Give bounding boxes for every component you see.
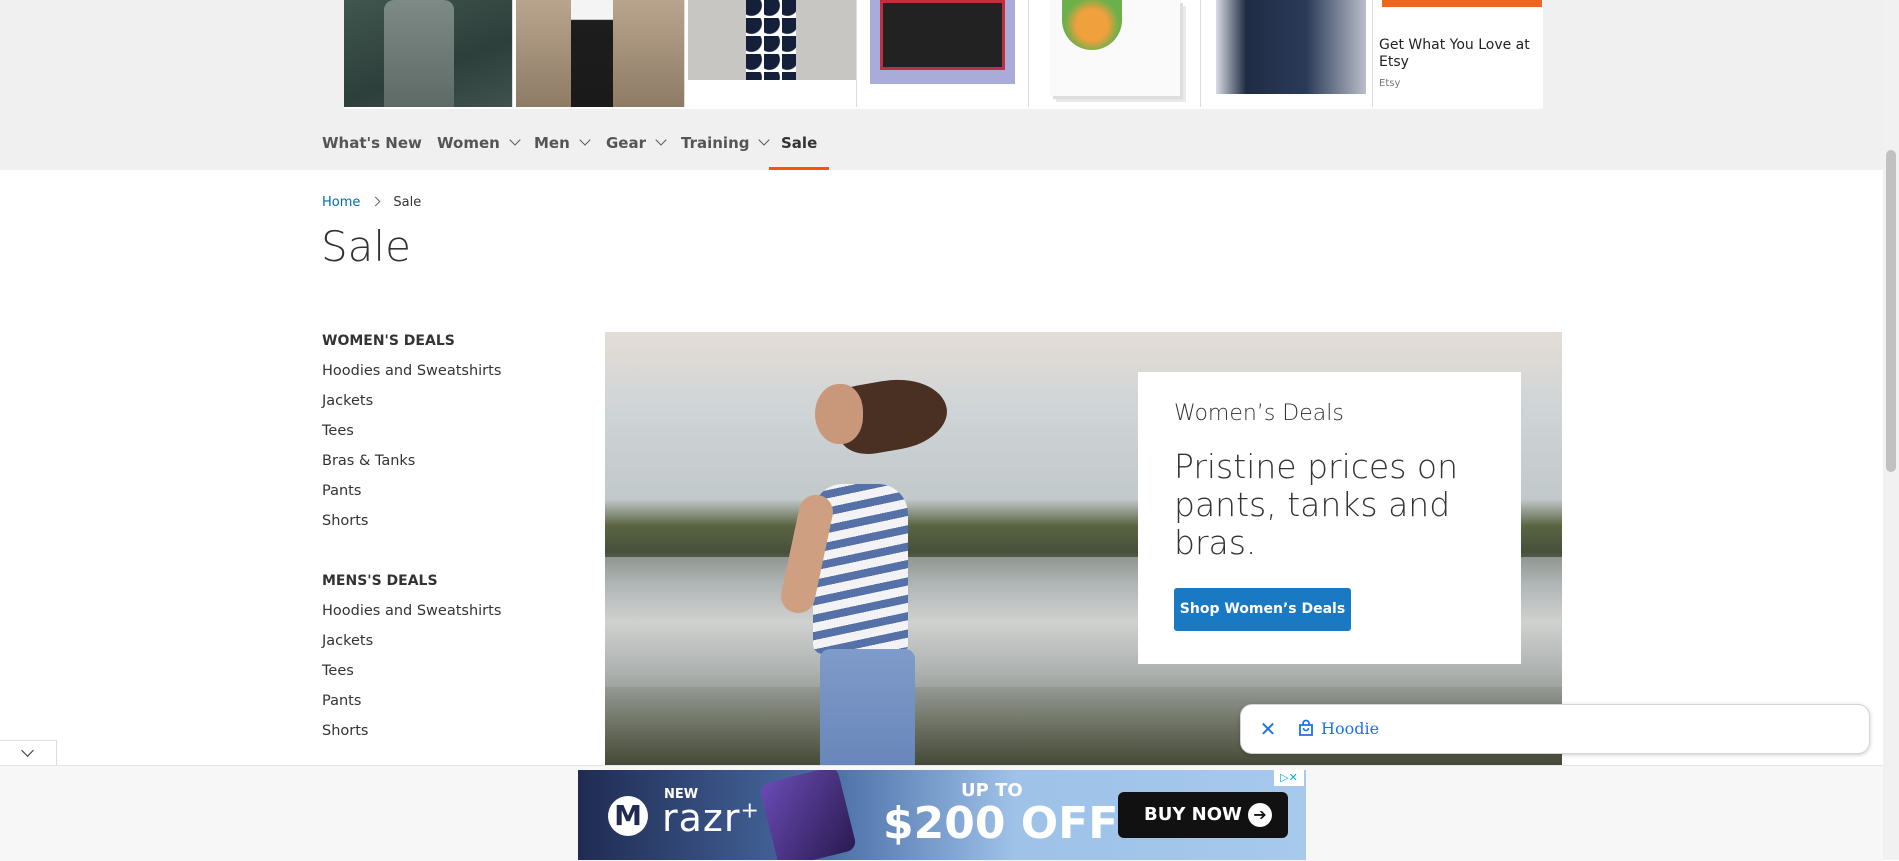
ad-accent-bar xyxy=(1382,0,1542,7)
ad-brand-name: razr xyxy=(662,796,741,840)
shop-womens-deals-button[interactable]: Shop Women’s Deals xyxy=(1174,588,1351,631)
sidebar-heading-mens-deals: MENS'S DEALS xyxy=(322,573,438,589)
ad-source: Etsy xyxy=(1379,78,1401,89)
chevron-down-icon xyxy=(21,744,34,757)
nav-label: Gear xyxy=(606,134,647,152)
ad-choices-icon[interactable]: ▷✕ xyxy=(1274,770,1304,786)
ad-product-image[interactable] xyxy=(344,0,513,107)
sidebar-item-womens-tees[interactable]: Tees xyxy=(322,422,562,452)
ad-title[interactable]: Get What You Love at Etsy xyxy=(1379,37,1539,71)
sidebar-heading-womens-deals: WOMEN'S DEALS xyxy=(322,333,455,349)
sidebar-item-mens-pants[interactable]: Pants xyxy=(322,692,562,722)
motorola-ad-banner[interactable]: M NEW razr+ UP TO $200 OFF BUY NOW ➔ ▷✕ xyxy=(578,770,1306,860)
page-title: Sale xyxy=(321,222,411,271)
ad-product-image[interactable] xyxy=(860,0,1029,107)
ad-product-image[interactable] xyxy=(516,0,685,107)
arrow-right-icon: ➔ xyxy=(1248,803,1272,827)
breadcrumb: Home Sale xyxy=(322,195,421,210)
etsy-ad-strip[interactable]: Get What You Love at Etsy Etsy xyxy=(344,0,1543,109)
ad-text-panel[interactable]: Get What You Love at Etsy Etsy xyxy=(1376,0,1543,109)
ad-product-image[interactable] xyxy=(1032,0,1201,107)
search-suggestion-label[interactable]: Hoodie xyxy=(1321,719,1379,738)
nav-item-sale[interactable]: Sale xyxy=(768,131,830,170)
ad-brand: razr+ xyxy=(662,796,760,840)
promo-card: Women’s Deals Pristine prices on pants, … xyxy=(1138,372,1521,664)
sidebar-item-womens-shorts[interactable]: Shorts xyxy=(322,512,562,542)
ad-amount: $200 OFF xyxy=(883,798,1119,849)
nav-item-men[interactable]: Men xyxy=(534,131,591,170)
hero-runner-image xyxy=(777,370,955,772)
nav-item-training[interactable]: Training xyxy=(681,131,771,170)
chevron-down-icon xyxy=(509,134,521,146)
nav-item-whats-new[interactable]: What's New xyxy=(322,131,422,170)
sidebar-item-mens-hoodies[interactable]: Hoodies and Sweatshirts xyxy=(322,602,562,632)
ad-phone-image xyxy=(758,770,858,860)
sidebar-item-mens-shorts[interactable]: Shorts xyxy=(322,722,562,752)
sidebar-item-womens-hoodies[interactable]: Hoodies and Sweatshirts xyxy=(322,362,562,392)
promo-headline: Pristine prices on pants, tanks and bras… xyxy=(1174,447,1458,562)
ad-buy-now-button[interactable]: BUY NOW ➔ xyxy=(1118,792,1288,838)
search-suggestion-chip[interactable]: ✕ Hoodie xyxy=(1240,704,1870,754)
sidebar-item-womens-bras-tanks[interactable]: Bras & Tanks xyxy=(322,452,562,482)
sidebar-item-mens-jackets[interactable]: Jackets xyxy=(322,632,562,662)
nav-label: Men xyxy=(534,134,570,152)
chevron-down-icon xyxy=(655,134,667,146)
collapse-toggle[interactable] xyxy=(0,740,57,766)
top-band: Get What You Love at Etsy Etsy What's Ne… xyxy=(0,0,1883,170)
sidebar-item-womens-pants[interactable]: Pants xyxy=(322,482,562,512)
ad-brand-suffix: + xyxy=(740,798,760,824)
breadcrumb-current: Sale xyxy=(393,195,422,210)
nav-label: Sale xyxy=(781,134,818,152)
nav-label: Women xyxy=(437,134,500,152)
breadcrumb-home-link[interactable]: Home xyxy=(322,195,360,210)
nav-item-gear[interactable]: Gear xyxy=(606,131,667,170)
scrollbar-thumb[interactable] xyxy=(1886,150,1896,472)
chevron-right-icon xyxy=(370,196,381,207)
page-scrollbar[interactable] xyxy=(1883,0,1899,860)
chevron-down-icon xyxy=(579,134,591,146)
ad-cta-label: BUY NOW xyxy=(1144,804,1242,825)
nav-label: Training xyxy=(681,134,750,152)
nav-item-women[interactable]: Women xyxy=(437,131,521,170)
close-icon[interactable]: ✕ xyxy=(1255,716,1281,742)
nav-label: What's New xyxy=(322,134,422,152)
ad-product-image[interactable] xyxy=(688,0,857,107)
sidebar-item-mens-tees[interactable]: Tees xyxy=(322,662,562,692)
shopping-bag-icon xyxy=(1299,719,1313,736)
sidebar: WOMEN'S DEALS Hoodies and Sweatshirts Ja… xyxy=(322,332,562,752)
ad-product-image[interactable] xyxy=(1204,0,1373,107)
promo-kicker: Women’s Deals xyxy=(1174,401,1344,426)
sidebar-item-womens-jackets[interactable]: Jackets xyxy=(322,392,562,422)
motorola-logo-icon: M xyxy=(608,796,648,836)
chevron-down-icon xyxy=(758,134,771,146)
